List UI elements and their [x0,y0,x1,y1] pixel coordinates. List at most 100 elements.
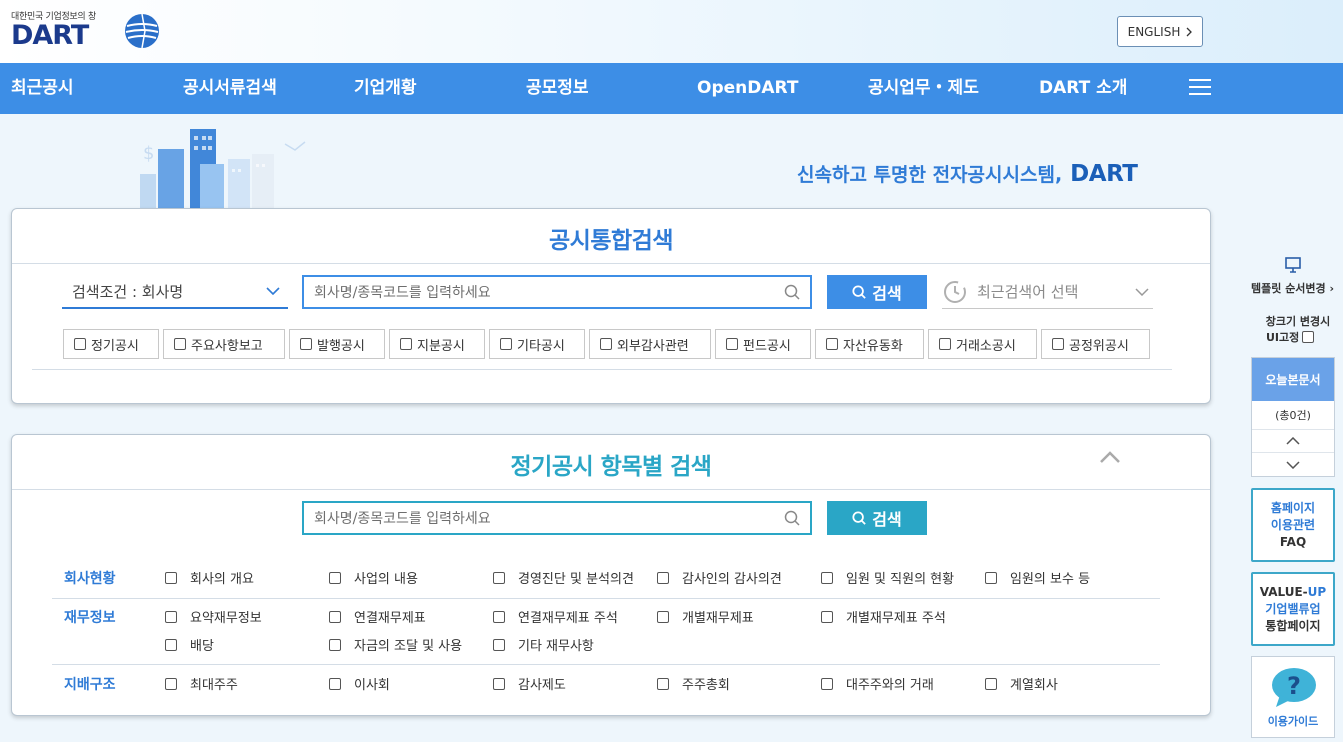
checkbox[interactable] [1052,338,1064,350]
item-dividends[interactable]: 배당 [165,635,214,654]
valueup-link[interactable]: VALUE-UP 기업밸류업 통합페이지 [1251,572,1335,646]
periodic-search-button[interactable]: 검색 [827,501,927,535]
recent-search-select[interactable]: 최근검색어 선택 [942,275,1153,309]
checkbox[interactable] [165,610,177,623]
filter-ftc[interactable]: 공정위공시 [1041,329,1150,359]
today-documents-count: (총0건) [1252,401,1334,430]
scroll-up-button[interactable] [1252,430,1334,453]
item-label: 회사의 개요 [190,572,254,587]
filter-fund[interactable]: 펀드공시 [715,329,811,359]
user-guide-link[interactable]: ? 이용가이드 [1251,656,1335,738]
item-consolidated-fs[interactable]: 연결재무제표 [329,607,426,626]
checkbox[interactable] [329,638,341,651]
periodic-search-input[interactable]: 회사명/종목코드를 입력하세요 [302,501,812,535]
chevron-down-icon [1286,460,1300,469]
item-shareholders-meeting[interactable]: 주주총회 [657,674,730,693]
filter-equity[interactable]: 지분공시 [389,329,485,359]
search-condition-select[interactable]: 검색조건 : 회사명 [62,275,288,309]
item-officers-employees[interactable]: 임원 및 직원의 현황 [821,568,954,587]
english-button[interactable]: ENGLISH [1117,16,1203,47]
checkbox[interactable] [400,338,412,350]
checkbox[interactable] [985,571,997,584]
item-fund-raising[interactable]: 자금의 조달 및 사용 [329,635,462,654]
checkbox[interactable] [493,571,505,584]
scroll-down-button[interactable] [1252,453,1334,476]
filter-regular[interactable]: 정기공시 [63,329,159,359]
item-summary-financials[interactable]: 요약재무정보 [165,607,262,626]
nav-item-opendart[interactable]: OpenDART [697,63,798,114]
item-consolidated-fs-notes[interactable]: 연결재무제표 주석 [493,607,618,626]
item-company-overview[interactable]: 회사의 개요 [165,568,254,587]
checkbox[interactable] [657,677,669,690]
chevron-up-icon[interactable] [1098,449,1122,465]
item-officer-compensation[interactable]: 임원의 보수 등 [985,568,1090,587]
user-guide-label: 이용가이드 [1267,715,1319,728]
filter-audit[interactable]: 외부감사관련 [589,329,711,359]
valueup-line2: 기업밸류업 [1265,601,1321,616]
ui-fix-toggle[interactable]: UI고정 [1266,329,1315,345]
checkbox[interactable] [826,338,838,350]
checkbox[interactable] [329,610,341,623]
filter-exchange[interactable]: 거래소공시 [928,329,1037,359]
checkbox[interactable] [300,338,312,350]
template-order-button[interactable]: 템플릿 순서변경 › [1251,280,1334,296]
checkbox[interactable] [657,571,669,584]
nav-item-recent[interactable]: 최근공시 [11,63,74,114]
item-separate-fs[interactable]: 개별재무제표 [657,607,754,626]
checkbox[interactable] [1302,331,1315,343]
dart-logo[interactable]: 대한민국 기업정보의 창 DART [11,9,161,51]
monitor-icon[interactable] [1284,257,1302,274]
filter-major[interactable]: 주요사항보고 [163,329,285,359]
checkbox[interactable] [493,677,505,690]
checkbox[interactable] [329,677,341,690]
checkbox[interactable] [657,610,669,623]
nav-item-doc-search[interactable]: 공시서류검색 [183,63,277,114]
checkbox[interactable] [165,571,177,584]
globe-icon [125,13,159,49]
checkbox[interactable] [493,638,505,651]
search-button[interactable]: 검색 [827,275,927,309]
checkbox[interactable] [821,677,833,690]
filter-other[interactable]: 기타공시 [489,329,585,359]
nav-item-offering[interactable]: 공모정보 [526,63,589,114]
item-audit-system[interactable]: 감사제도 [493,674,566,693]
checkbox[interactable] [985,677,997,690]
checkbox[interactable] [165,677,177,690]
item-separate-fs-notes[interactable]: 개별재무제표 주석 [821,607,946,626]
search-icon [784,510,800,526]
item-mdna[interactable]: 경영진단 및 분석의견 [493,568,634,587]
item-major-shareholder-transactions[interactable]: 대주주와의 거래 [821,674,934,693]
top-header: 대한민국 기업정보의 창 DART ENGLISH [0,0,1343,63]
checkbox[interactable] [500,338,512,350]
nav-item-about[interactable]: DART 소개 [1039,63,1127,114]
filter-label: 펀드공시 [743,338,791,354]
checkbox[interactable] [493,610,505,623]
item-largest-shareholder[interactable]: 최대주주 [165,674,238,693]
checkbox[interactable] [939,338,951,350]
item-affiliates[interactable]: 계열회사 [985,674,1058,693]
nav-item-company[interactable]: 기업개황 [354,63,417,114]
item-board[interactable]: 이사회 [329,674,390,693]
checkbox[interactable] [821,610,833,623]
checkbox[interactable] [165,638,177,651]
checkbox[interactable] [821,571,833,584]
checkbox[interactable] [329,571,341,584]
filter-issuance[interactable]: 발행공시 [289,329,385,359]
chevron-down-icon [266,287,280,295]
checkbox[interactable] [74,338,86,350]
checkbox[interactable] [726,338,738,350]
faq-link[interactable]: 홈페이지 이용관련 FAQ [1251,488,1335,562]
checkbox[interactable] [600,338,612,350]
english-button-label: ENGLISH [1127,24,1181,39]
item-other-financial[interactable]: 기타 재무사항 [493,635,594,654]
item-auditor-opinion[interactable]: 감사인의 감사의견 [657,568,782,587]
filter-abs[interactable]: 자산유동화 [815,329,924,359]
checkbox[interactable] [174,338,186,350]
help-bubble-icon: ? [1272,668,1316,707]
valueup-prefix: VALUE- [1259,584,1308,599]
hamburger-menu-icon[interactable] [1189,79,1211,97]
search-input[interactable]: 회사명/종목코드를 입력하세요 [302,275,812,309]
search-placeholder: 회사명/종목코드를 입력하세요 [314,511,491,527]
nav-item-system[interactable]: 공시업무・제도 [868,63,979,114]
item-business[interactable]: 사업의 내용 [329,568,418,587]
